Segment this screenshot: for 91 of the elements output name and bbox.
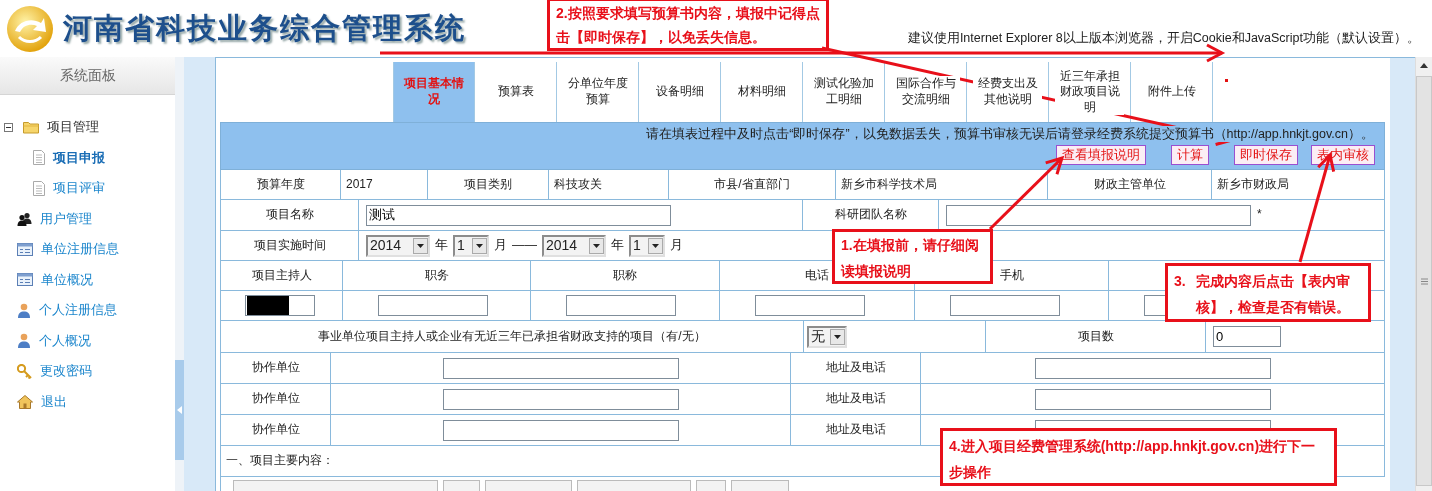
field-label: 预算年度: [256, 176, 305, 193]
card-icon: [17, 273, 33, 287]
input-field[interactable]: [378, 295, 488, 316]
unit-label: ——: [512, 237, 537, 254]
input-field[interactable]: [755, 295, 865, 316]
collapse-handle[interactable]: [175, 360, 184, 460]
field-label: 职务: [424, 267, 449, 284]
person-icon: [17, 302, 31, 318]
annotation-tooltip: 2.按照要求填写预算书内容，填报中记得点击【即时保存】，以免丢失信息。: [547, 0, 829, 51]
field-label: 事业单位项目主持人或企业有无近三年已承担省财政支持的项目（有/无）: [318, 328, 706, 345]
unit-label: 年: [611, 237, 624, 254]
nav-item[interactable]: 项目申报: [53, 149, 105, 166]
document-icon: [33, 150, 45, 166]
field-label: 市县/省直部门: [714, 176, 790, 193]
select-field[interactable]: 1: [629, 234, 665, 257]
dot-mark: [1225, 79, 1228, 82]
field-label: 协作单位: [251, 422, 300, 438]
scroll-up-icon[interactable]: [1420, 63, 1428, 68]
unit-label: 年: [435, 237, 448, 254]
field-label: 项目实施时间: [253, 237, 326, 254]
browser-notice: 建议使用Internet Explorer 8以上版本浏览器，开启Cookie和JavaScript功能（默认设置）。: [907, 30, 1420, 47]
field-label: 地址及电话: [825, 360, 886, 376]
field-label: 职称: [613, 267, 637, 284]
select-field[interactable]: 2014: [542, 234, 606, 257]
scrollbar[interactable]: [1415, 57, 1432, 491]
annotation-tooltip: 3. 完成内容后点击【表内审核】，检查是否有错误。: [1165, 263, 1371, 322]
field-value: 新乡市科学技术局: [841, 176, 937, 193]
input-field[interactable]: [566, 295, 676, 316]
input-field[interactable]: 0: [1213, 326, 1281, 347]
input-field[interactable]: [1034, 357, 1271, 379]
dropdown-arrow-icon: [834, 334, 841, 339]
field-label: 财政主管单位: [1093, 176, 1166, 193]
logo-icon: [5, 3, 55, 54]
field-label: 协作单位: [251, 391, 300, 407]
field-label: 协作单位: [251, 360, 300, 376]
key-icon: [17, 363, 32, 379]
select-field[interactable]: 1: [453, 234, 489, 257]
dropdown-arrow-icon: [417, 243, 424, 248]
input-field[interactable]: [442, 388, 679, 410]
annotation-tooltip: 4.进入项目经费管理系统(http://app.hnkjt.gov.cn)进行下一步操作: [940, 428, 1337, 486]
action-button[interactable]: 查看填报说明: [1056, 145, 1146, 166]
grip-icon[interactable]: [1420, 277, 1428, 285]
document-icon: [33, 180, 45, 196]
panel-title: 系统面板: [59, 66, 116, 85]
annotation-tooltip: 1.在填报前，请仔细阅读填报说明: [832, 229, 993, 284]
nav-item[interactable]: 项目管理: [47, 119, 99, 136]
nav-item[interactable]: 项目评审: [53, 180, 105, 197]
field-label: 项目名称: [265, 207, 314, 223]
field-value: 科技攻关: [554, 176, 602, 193]
input-field[interactable]: [442, 419, 679, 441]
nav-item[interactable]: 退出: [41, 393, 67, 410]
field-value: 新乡市财政局: [1217, 176, 1289, 193]
nav-item[interactable]: 个人注册信息: [39, 302, 117, 319]
field-label: 地址及电话: [825, 422, 886, 438]
folder-icon: [23, 120, 39, 135]
nav-item[interactable]: 单位概况: [41, 271, 93, 288]
field-label: 地址及电话: [825, 391, 886, 407]
field-label: 项目主持人: [251, 267, 312, 284]
field-label: 项目类别: [464, 176, 512, 193]
dropdown-arrow-icon: [593, 243, 600, 248]
action-button[interactable]: 计算: [1171, 145, 1209, 166]
unit-label: 月: [670, 237, 683, 254]
users-icon: [17, 211, 32, 226]
collapse-icon[interactable]: [4, 122, 13, 132]
nav-item[interactable]: 更改密码: [40, 363, 92, 380]
required-mark: *: [1257, 207, 1262, 223]
input-field[interactable]: [1034, 388, 1271, 410]
field-label: 手机: [999, 267, 1024, 284]
input-field[interactable]: [245, 295, 315, 316]
home-icon: [17, 394, 33, 409]
field-value: 2017: [346, 176, 373, 193]
nav-item[interactable]: 个人概况: [39, 332, 91, 349]
site-title: 河南省科技业务综合管理系统: [63, 10, 466, 46]
nav-item[interactable]: 用户管理: [40, 210, 92, 227]
field-label: 项目数: [1077, 328, 1114, 345]
person-icon: [17, 333, 31, 349]
input-field[interactable]: [946, 204, 1251, 226]
input-field[interactable]: [442, 357, 679, 379]
section-heading: 一、项目主要内容：: [226, 453, 334, 469]
nav-item[interactable]: 单位注册信息: [41, 241, 119, 258]
input-field[interactable]: [950, 295, 1060, 316]
select-field[interactable]: 2014: [366, 234, 430, 257]
field-label: 电话: [805, 267, 829, 284]
action-button[interactable]: 即时保存: [1234, 145, 1298, 166]
field-label: 科研团队名称: [834, 207, 907, 223]
input-field[interactable]: 测试: [366, 204, 671, 226]
dropdown-arrow-icon: [652, 243, 659, 248]
dropdown-arrow-icon: [476, 243, 483, 248]
card-icon: [17, 242, 33, 256]
select-field[interactable]: 无: [807, 325, 847, 348]
unit-label: 月: [494, 237, 507, 254]
